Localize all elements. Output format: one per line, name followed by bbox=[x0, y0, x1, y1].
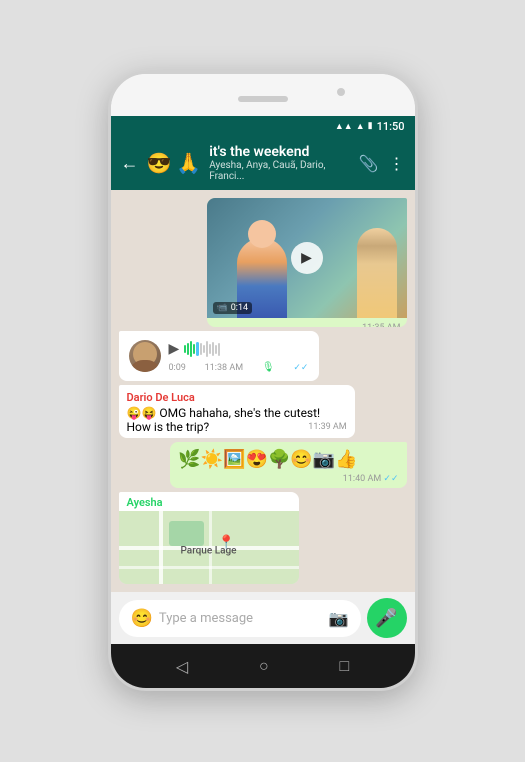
message-input-box[interactable]: 😊 Type a message 📷 bbox=[119, 600, 361, 637]
message-time: 11:39 AM bbox=[308, 422, 346, 432]
video-thumbnail: ▶ 📹 0:14 bbox=[207, 198, 407, 318]
message-input[interactable]: Type a message bbox=[159, 611, 323, 626]
home-nav-button[interactable]: ○ bbox=[259, 656, 269, 676]
chat-subtitle: Ayesha, Anya, Cauã, Dario, Franci... bbox=[209, 160, 350, 182]
waveform-bar bbox=[190, 341, 192, 357]
wifi-icon: ▲ bbox=[356, 121, 365, 132]
waveform-bar bbox=[218, 343, 220, 356]
emoji-ticks: ✓✓ bbox=[383, 474, 398, 484]
voice-play-button[interactable]: ▶ bbox=[169, 341, 180, 357]
voice-message: ▶ bbox=[119, 331, 319, 381]
video-duration: 0:14 bbox=[231, 303, 248, 313]
video-time: 11:35 AM bbox=[362, 323, 400, 327]
emoji-message: 🌿☀️🖼️😍🌳😊📷👍 11:40 AM ✓✓ bbox=[170, 442, 406, 487]
top-bezel bbox=[111, 74, 415, 116]
status-time: 11:50 bbox=[377, 120, 405, 133]
voice-duration: 0:09 bbox=[169, 363, 186, 373]
video-adult-figure bbox=[357, 228, 397, 318]
video-camera-icon: 📹 bbox=[217, 303, 228, 313]
voice-waveform bbox=[184, 339, 308, 359]
back-button[interactable]: ← bbox=[121, 153, 139, 174]
speaker bbox=[238, 96, 288, 102]
chat-header: ← 😎 🙏 it's the weekend Ayesha, Anya, Cau… bbox=[111, 136, 415, 190]
chat-info: it's the weekend Ayesha, Anya, Cauã, Dar… bbox=[209, 144, 350, 182]
back-nav-button[interactable]: ◁ bbox=[176, 657, 188, 676]
video-duration-badge: 📹 0:14 bbox=[213, 302, 253, 314]
chat-area: ▶ 📹 0:14 11:35 AM ▶ bbox=[111, 190, 415, 592]
message-sender-name: Dario De Luca bbox=[127, 391, 347, 404]
battery-icon: ▮ bbox=[368, 121, 373, 131]
waveform-bar bbox=[203, 345, 205, 353]
voice-mic-icon: 🎙 bbox=[262, 362, 275, 373]
waveform-bar bbox=[184, 345, 186, 353]
signal-icon: ▲▲ bbox=[335, 121, 353, 132]
voice-message-button[interactable]: 🎤 bbox=[367, 598, 407, 638]
chat-emoji: 😎 🙏 bbox=[147, 153, 202, 173]
emoji-content: 🌿☀️🖼️😍🌳😊📷👍 bbox=[178, 449, 357, 470]
front-camera bbox=[337, 88, 345, 96]
camera-button[interactable]: 📷 bbox=[329, 609, 349, 628]
text-message-dario: Dario De Luca 😜😝 OMG hahaha, she's the c… bbox=[119, 385, 355, 438]
microphone-icon: 🎤 bbox=[375, 608, 397, 629]
voice-ticks: ✓✓ bbox=[293, 363, 308, 373]
phone-screen: ▲▲ ▲ ▮ 11:50 ← 😎 🙏 it's the weekend Ayes… bbox=[111, 116, 415, 644]
waveform-progress bbox=[196, 342, 199, 356]
status-bar: ▲▲ ▲ ▮ 11:50 bbox=[111, 116, 415, 136]
waveform-bar bbox=[212, 342, 214, 356]
waveform-bar bbox=[187, 343, 189, 355]
recents-nav-button[interactable]: □ bbox=[339, 656, 349, 676]
status-icons: ▲▲ ▲ ▮ bbox=[335, 121, 373, 132]
chat-title[interactable]: it's the weekend bbox=[209, 144, 350, 160]
message-content: 😜😝 OMG hahaha, she's the cutest! How is … bbox=[127, 406, 321, 434]
header-icons: 📎 ⋮ bbox=[359, 154, 405, 173]
video-message[interactable]: ▶ 📹 0:14 11:35 AM bbox=[207, 198, 407, 327]
more-options-icon[interactable]: ⋮ bbox=[389, 154, 405, 173]
video-child-head bbox=[248, 220, 276, 248]
input-bar: 😊 Type a message 📷 🎤 bbox=[111, 592, 415, 644]
voice-play-row: ▶ bbox=[169, 339, 309, 359]
emoji-time: 11:40 AM ✓✓ bbox=[343, 474, 399, 484]
video-play-button[interactable]: ▶ bbox=[291, 242, 323, 274]
emoji-picker-button[interactable]: 😊 bbox=[131, 608, 153, 629]
waveform-bar bbox=[215, 345, 217, 354]
voice-meta-row: 0:09 11:38 AM 🎙 ✓✓ bbox=[169, 362, 309, 373]
phone-frame: ▲▲ ▲ ▮ 11:50 ← 😎 🙏 it's the weekend Ayes… bbox=[108, 71, 418, 691]
waveform-bar bbox=[209, 344, 211, 354]
waveform-bar bbox=[200, 343, 202, 355]
map-image: 📍 Parque Lage bbox=[119, 511, 299, 584]
navigation-bar: ◁ ○ □ bbox=[111, 644, 415, 688]
voice-controls: ▶ bbox=[169, 339, 309, 373]
map-location-label: Parque Lage bbox=[180, 545, 236, 556]
voice-time: 11:38 AM bbox=[205, 363, 243, 373]
video-meta: 11:35 AM bbox=[207, 318, 407, 327]
voice-avatar bbox=[129, 340, 161, 372]
waveform-bar bbox=[193, 344, 195, 354]
map-message[interactable]: Ayesha 📍 Parque Lage bbox=[119, 492, 299, 584]
map-sender-name: Ayesha bbox=[119, 492, 299, 511]
avatar-body bbox=[129, 360, 161, 372]
attach-icon[interactable]: 📎 bbox=[359, 154, 379, 173]
waveform-bar bbox=[206, 341, 208, 357]
